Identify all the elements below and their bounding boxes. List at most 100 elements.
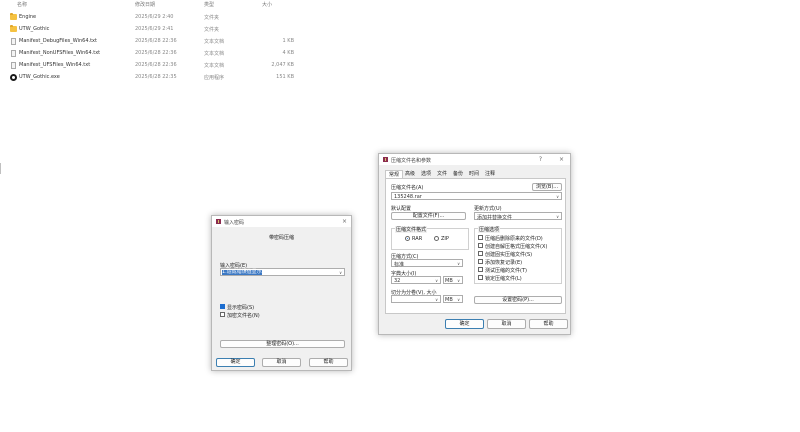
general-tab-panel: 压缩文件名(A) 浏览(B)... 135248.rar ∨ 默认配置 配置文件… <box>385 178 566 314</box>
sfx-label: 创建自解压格式压缩文件(X) <box>485 244 548 250</box>
folder-icon <box>10 25 17 32</box>
archive-options-group-label: 压缩选项 <box>478 226 501 233</box>
archive-dialog-titlebar[interactable]: 压缩文件名和参数 ? × <box>379 154 570 165</box>
file-row-utw-gothic-exe[interactable]: UTW_Gothic.exe 2025/6/28 22:35 应用程序 151 … <box>0 71 300 83</box>
file-row-manifest-ufs[interactable]: Manifest_UFSFiles_Win64.txt 2025/6/28 22… <box>0 59 300 71</box>
archive-format-group: 压缩文件格式 RAR ZIP <box>391 226 469 250</box>
text-file-icon <box>11 50 16 57</box>
password-dialog-titlebar[interactable]: 输入密码 × <box>212 216 351 227</box>
dictionary-unit-select[interactable]: MB ∨ <box>443 276 463 284</box>
format-zip-radio[interactable] <box>434 236 439 241</box>
set-password-button[interactable]: 设置密码(P)... <box>474 296 562 304</box>
split-unit-select[interactable]: MB ∨ <box>443 295 463 303</box>
encrypt-filenames-checkbox[interactable] <box>220 312 225 317</box>
file-row-manifest-debug[interactable]: Manifest_DebugFiles_Win64.txt 2025/6/28 … <box>0 35 300 47</box>
file-size: 4 KB <box>282 50 294 56</box>
compression-method-select[interactable]: 标准 ∨ <box>391 259 463 268</box>
text-file-icon <box>11 38 16 45</box>
file-row-utw-gothic[interactable]: UTW_Gothic 2025/6/29 2:41 文件夹 <box>0 23 300 35</box>
close-icon[interactable]: × <box>559 156 564 163</box>
archive-dialog-title: 压缩文件名和参数 <box>391 158 432 164</box>
organize-passwords-button[interactable]: 整理密码(O)... <box>220 340 345 348</box>
lock-archive-checkbox[interactable] <box>478 275 483 280</box>
column-header-type[interactable]: 类型 <box>204 1 214 8</box>
solid-archive-label: 创建固实压缩文件(S) <box>485 252 533 258</box>
file-date: 2025/6/29 2:40 <box>135 14 174 20</box>
archive-options-group: 压缩选项 压缩后删除原来的文件(D) 创建自解压格式压缩文件(X) 创建固实压缩… <box>474 226 562 284</box>
delete-after-label: 压缩后删除原来的文件(D) <box>485 236 543 242</box>
app-icon <box>10 74 17 81</box>
ok-button[interactable]: 确定 <box>216 358 255 367</box>
password-dialog-heading: 带密码压缩 <box>268 235 294 241</box>
update-mode-value: 添加并替换文件 <box>477 215 513 221</box>
archive-name-value: 135248.rar <box>394 194 422 200</box>
winrar-icon <box>216 219 221 224</box>
password-dialog-title: 输入密码 <box>224 220 245 226</box>
file-type: 文件夹 <box>204 27 220 33</box>
dictionary-unit-value: MB <box>445 278 453 284</box>
file-row-manifest-nonufs[interactable]: Manifest_NonUFSFiles_Win64.txt 2025/6/28… <box>0 47 300 59</box>
delete-after-checkbox[interactable] <box>478 235 483 240</box>
chevron-down-icon: ∨ <box>556 214 559 219</box>
file-date: 2025/6/28 22:36 <box>135 38 177 44</box>
dictionary-size-select[interactable]: 32 ∨ <box>391 276 441 284</box>
archive-format-group-label: 压缩文件格式 <box>395 226 428 233</box>
file-size: 2,047 KB <box>271 62 294 68</box>
file-name: Manifest_UFSFiles_Win64.txt <box>19 62 91 68</box>
folder-icon <box>10 13 17 20</box>
file-type: 应用程序 <box>204 75 225 81</box>
browse-button[interactable]: 浏览(B)... <box>532 183 562 191</box>
cancel-button[interactable]: 取消 <box>487 319 526 329</box>
chevron-down-icon: ∨ <box>457 278 460 283</box>
cancel-button[interactable]: 取消 <box>262 358 301 367</box>
recovery-record-checkbox[interactable] <box>478 259 483 264</box>
column-header-size[interactable]: 大小 <box>262 1 272 8</box>
test-archive-checkbox[interactable] <box>478 267 483 272</box>
archive-name-label: 压缩文件名(A) <box>391 185 424 191</box>
update-mode-select[interactable]: 添加并替换文件 ∨ <box>474 212 562 221</box>
close-icon[interactable]: × <box>342 218 347 225</box>
file-name: UTW_Gothic <box>19 26 50 32</box>
file-date: 2025/6/29 2:41 <box>135 26 174 32</box>
compression-method-value: 标准 <box>394 262 405 268</box>
file-size: 1 KB <box>282 38 294 44</box>
file-name: Engine <box>19 14 37 20</box>
chevron-down-icon: ∨ <box>435 297 438 302</box>
column-header-date[interactable]: 修改日期 <box>135 1 155 8</box>
update-mode-label: 更新方式(U) <box>474 206 502 212</box>
column-header-name[interactable]: 名称 <box>17 1 27 8</box>
recovery-record-label: 添加恢复记录(E) <box>485 260 523 266</box>
file-type: 文本文档 <box>204 63 225 69</box>
file-list: 名称 修改日期 类型 大小 Engine 2025/6/29 2:40 文件夹 … <box>0 0 300 90</box>
chevron-down-icon: ∨ <box>435 278 438 283</box>
format-rar-radio[interactable] <box>405 236 410 241</box>
window-edge-marker <box>0 163 1 174</box>
file-name: Manifest_DebugFiles_Win64.txt <box>19 38 97 44</box>
file-type: 文件夹 <box>204 15 220 21</box>
ok-button[interactable]: 确定 <box>445 319 484 329</box>
split-volumes-input[interactable]: ∨ <box>391 295 441 303</box>
file-row-engine[interactable]: Engine 2025/6/29 2:40 文件夹 <box>0 11 300 23</box>
chevron-down-icon: ∨ <box>457 261 460 266</box>
show-password-label: 显示密码(S) <box>227 305 255 311</box>
file-name: Manifest_NonUFSFiles_Win64.txt <box>19 50 101 56</box>
show-password-checkbox[interactable] <box>220 304 225 309</box>
password-dialog: 输入密码 × 带密码压缩 输入密码(E) 1.造成错误值显示 ∨ 显示密码(S)… <box>211 215 352 371</box>
sfx-checkbox[interactable] <box>478 243 483 248</box>
password-input[interactable]: 1.造成错误值显示 ∨ <box>220 268 345 276</box>
help-button[interactable]: 帮助 <box>529 319 568 329</box>
winrar-icon <box>383 157 388 162</box>
chevron-down-icon[interactable]: ∨ <box>339 270 342 275</box>
chevron-down-icon[interactable]: ∨ <box>556 194 559 199</box>
text-file-icon <box>11 62 16 69</box>
profiles-button[interactable]: 配置文件(F)... <box>391 212 466 220</box>
help-icon[interactable]: ? <box>539 156 542 163</box>
file-list-header: 名称 修改日期 类型 大小 <box>0 0 300 8</box>
default-profile-label: 默认配置 <box>391 206 412 212</box>
split-unit-value: MB <box>445 297 453 303</box>
lock-archive-label: 锁定压缩文件(L) <box>485 276 522 282</box>
help-button[interactable]: 帮助 <box>309 358 348 367</box>
archive-name-input[interactable]: 135248.rar ∨ <box>391 192 562 200</box>
encrypt-filenames-label: 加密文件名(N) <box>227 313 260 319</box>
solid-archive-checkbox[interactable] <box>478 251 483 256</box>
